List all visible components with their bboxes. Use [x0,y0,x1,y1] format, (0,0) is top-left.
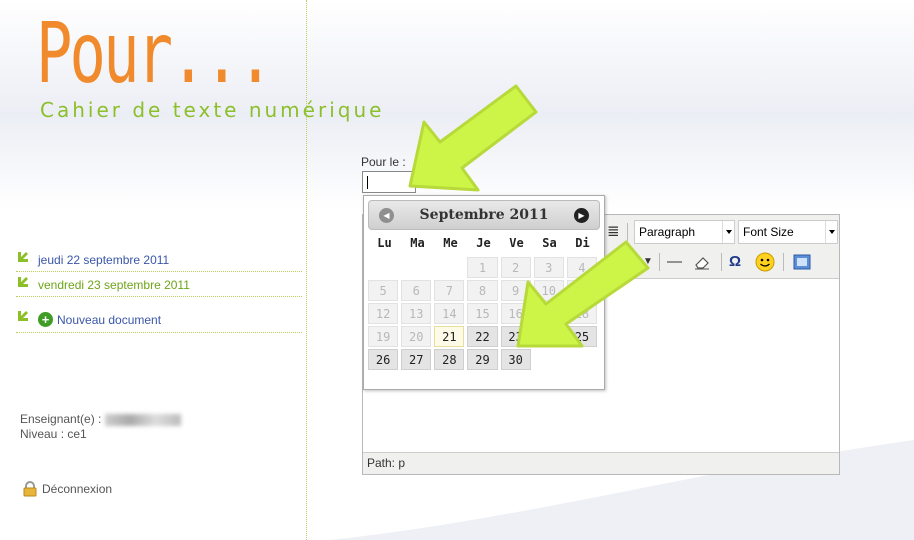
weekday-label: Sa [542,236,557,250]
logo-title: Pour... [36,4,274,102]
weekday-label: Lu [377,236,392,250]
calendar-day: 18 [566,303,597,324]
new-document-label: Nouveau document [57,312,162,327]
toolbar-separator [721,253,722,271]
dropdown-arrow-icon [825,221,837,243]
calendar-week-row: 19 20 21 22 23 24 25 [368,326,600,347]
calendar-day: 10 [533,280,564,301]
level-label: Niveau : ce1 [20,427,87,441]
calendar-day: 16 [500,303,531,324]
calendar-day: 13 [401,303,432,324]
prev-month-icon[interactable]: ◀ [379,208,394,223]
calendar-day[interactable]: 29 [467,349,498,370]
calendar-grid: 1 2 3 4 5 6 7 8 9 10 11 12 13 14 15 16 17 18 19 20 21 22 23 24 2… [368,257,600,370]
date-picker: ◀ Septembre 2011 ▶ Lu Ma Me Je Ve Sa Di … [363,195,605,390]
logout-label: Déconnexion [42,482,113,496]
weekday-row: Lu Ma Me Je Ve Sa Di [368,236,600,254]
calendar-day: 11 [566,280,597,301]
date-input[interactable] [362,171,416,193]
font-size-select-value: Font Size [743,225,794,239]
calendar-day: 6 [401,280,432,301]
teacher-name-blurred [105,413,182,426]
font-size-select[interactable]: Font Size [738,220,838,244]
toolbar-separator [783,253,784,271]
horizontal-rule-icon[interactable]: — [667,253,682,271]
calendar-day[interactable]: 27 [401,349,432,370]
status-path: Path: p [367,456,406,470]
format-select[interactable]: Paragraph [634,220,735,244]
arrow-down-right-icon [18,252,28,262]
calendar-day: 5 [368,280,399,301]
calendar-day[interactable]: 21 [434,326,465,347]
calendar-day: 2 [500,257,531,278]
weekday-label: Ma [410,236,425,250]
calendar-day: 8 [467,280,498,301]
calendar-title: Septembre 2011 [419,207,549,223]
editor-status-bar: Path: p [363,452,839,474]
calendar-week-row: 1234 [368,257,600,278]
lock-icon [23,481,37,497]
calendar-day[interactable]: 26 [368,349,399,370]
calendar-day: 3 [533,257,564,278]
emoticon-icon[interactable] [755,252,775,272]
calendar-day[interactable]: 30 [500,349,531,370]
weekday-label: Ve [509,236,524,250]
sidebar-item-day-2[interactable]: vendredi 23 septembre 2011 [16,273,302,297]
date-label: Pour le : [361,155,406,169]
dropdown-arrow-icon [722,221,734,243]
sidebar-item-day-1[interactable]: jeudi 22 septembre 2011 [16,248,302,272]
column-divider [306,0,307,540]
calendar-day: 20 [401,326,432,347]
align-justify-icon[interactable]: ≣ [607,223,620,241]
calendar-week-row: 12 13 14 15 16 17 18 [368,303,600,324]
calendar-day[interactable]: 25 [566,326,597,347]
teacher-label: Enseignant(e) : [20,412,102,426]
toolbar-separator [627,223,628,241]
calendar-week-row: 26 27 28 29 30 [368,349,600,370]
calendar-day: 17 [533,303,564,324]
calendar-day: 7 [434,280,465,301]
calendar-week-row: 5 6 7 8 9 10 11 [368,280,600,301]
add-icon: + [38,312,53,327]
calendar-day[interactable]: 23 [500,326,531,347]
calendar-header: ◀ Septembre 2011 ▶ [368,200,600,230]
calendar-day: 19 [368,326,399,347]
weekday-label: Je [476,236,491,250]
calendar-day: 4 [566,257,597,278]
sidebar-nav: jeudi 22 septembre 2011 vendredi 23 sept… [16,248,302,334]
sidebar-item-label: jeudi 22 septembre 2011 [38,252,170,267]
teacher-info: Enseignant(e) : Niveau : ce1 [20,412,182,442]
calendar-day[interactable]: 28 [434,349,465,370]
arrow-down-right-icon [18,311,28,321]
calendar-day: 9 [500,280,531,301]
format-select-value: Paragraph [639,225,696,239]
calendar-day: 14 [434,303,465,324]
dropdown-arrow-icon[interactable]: ▼ [643,253,653,271]
weekday-label: Di [575,236,590,250]
sidebar-item-label: vendredi 23 septembre 2011 [38,277,190,292]
calendar-day: 15 [467,303,498,324]
calendar-day: 1 [467,257,498,278]
next-month-icon[interactable]: ▶ [574,208,589,223]
toolbar-separator [659,253,660,271]
logo-subtitle: Cahier de texte numérique [40,98,385,122]
media-icon[interactable] [793,253,811,271]
weekday-label: Me [443,236,458,250]
calendar-day[interactable]: 24 [533,326,564,347]
new-document-link[interactable]: + Nouveau document [16,307,302,333]
eraser-icon[interactable] [693,254,711,270]
calendar-day: 12 [368,303,399,324]
arrow-down-right-icon [18,277,28,287]
calendar-day[interactable]: 22 [467,326,498,347]
logout-link[interactable]: Déconnexion [22,481,112,497]
special-char-icon[interactable]: Ω [729,253,741,271]
